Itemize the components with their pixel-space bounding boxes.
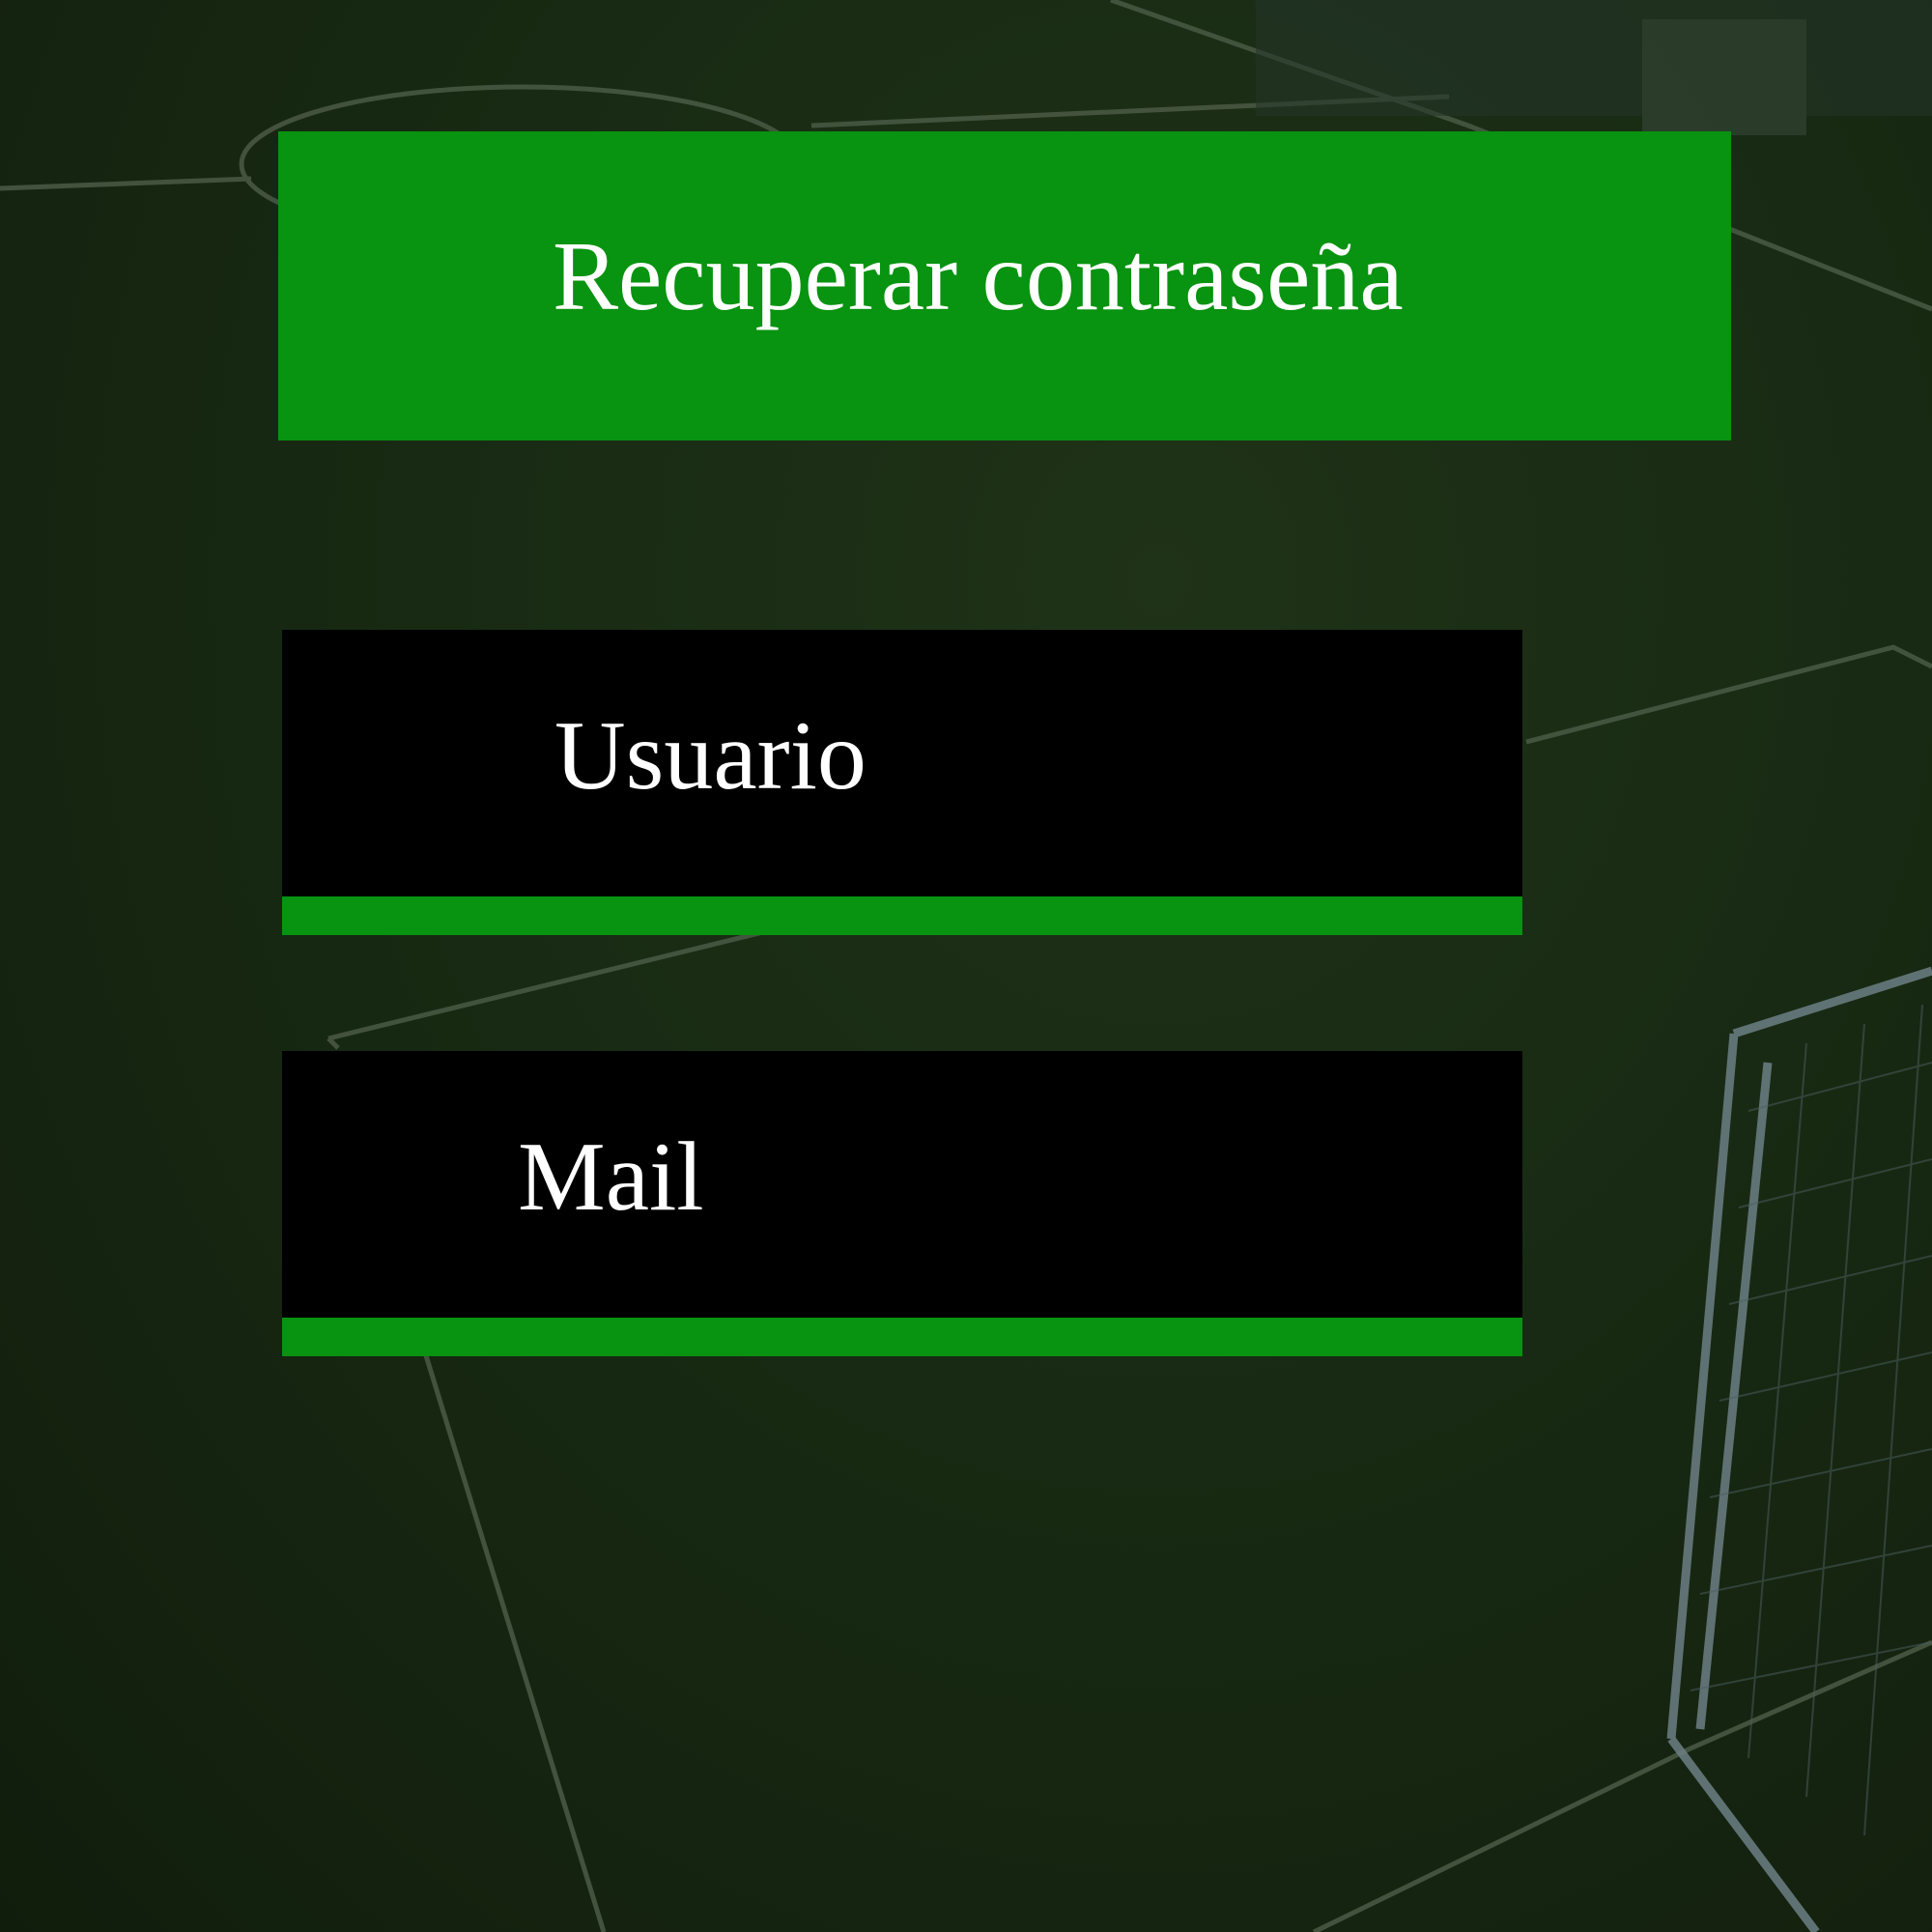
title-banner: Recuperar contraseña bbox=[278, 131, 1731, 440]
usuario-field[interactable]: Usuario bbox=[282, 630, 1522, 935]
page-title: Recuperar contraseña bbox=[553, 222, 1404, 331]
usuario-field-underline bbox=[282, 896, 1522, 935]
mail-field-underline bbox=[282, 1318, 1522, 1356]
usuario-placeholder: Usuario bbox=[554, 701, 867, 810]
mail-field[interactable]: Mail bbox=[282, 1051, 1522, 1356]
mail-placeholder: Mail bbox=[518, 1122, 704, 1232]
